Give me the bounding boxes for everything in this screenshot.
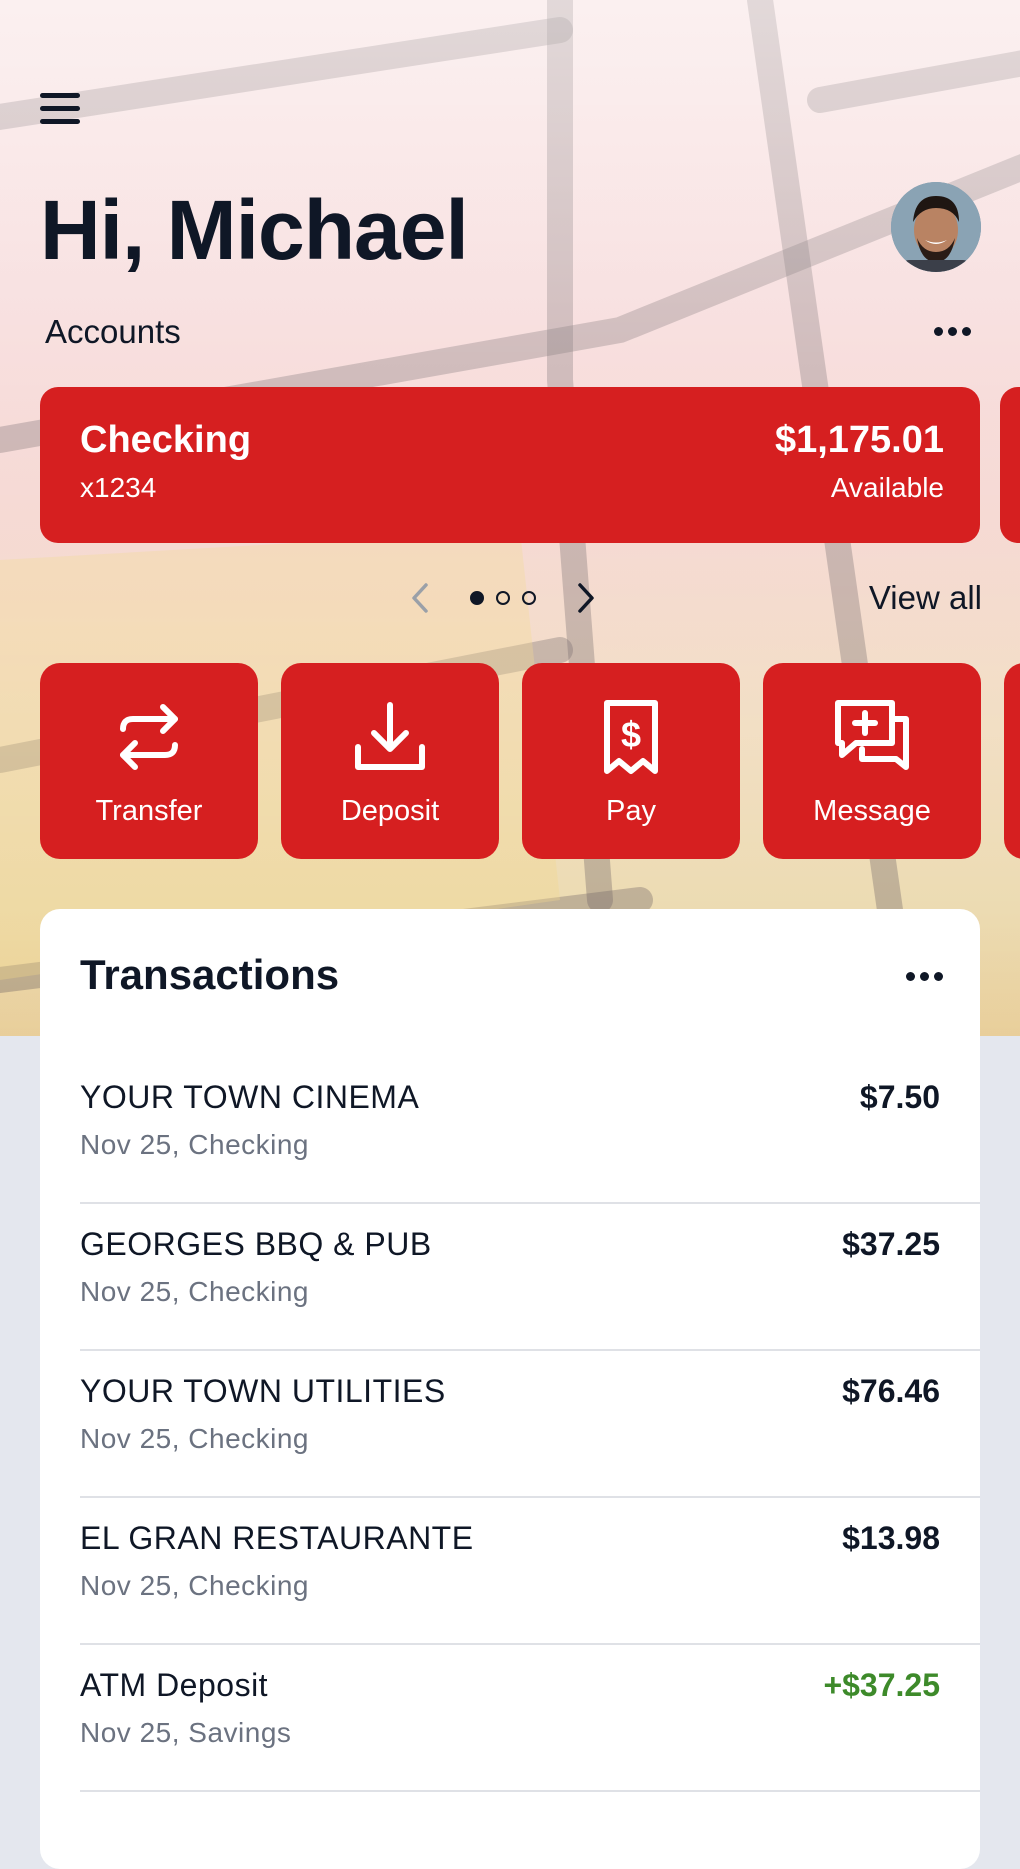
- account-card-checking[interactable]: Checking x1234 $1,175.01 Available: [40, 387, 980, 543]
- transaction-row[interactable]: ATM Deposit Nov 25, Savings +$37.25: [80, 1645, 980, 1792]
- next-account-card[interactable]: [1000, 387, 1020, 543]
- account-balance-label: Available: [830, 472, 944, 503]
- accounts-more-button[interactable]: [934, 327, 971, 336]
- transaction-amount: $13.98: [842, 1520, 940, 1556]
- quick-actions: Transfer Deposit $ Pay Message: [40, 663, 1020, 859]
- transfer-arrows-icon: [120, 704, 178, 770]
- next-account-button[interactable]: [566, 578, 606, 618]
- message-button[interactable]: Message: [763, 663, 981, 859]
- transaction-row[interactable]: GEORGES BBQ & PUB Nov 25, Checking $37.2…: [80, 1204, 980, 1351]
- receipt-dollar-icon: $: [604, 700, 658, 774]
- page-dot-active[interactable]: [470, 591, 484, 605]
- account-balance: $1,175.01: [774, 419, 944, 461]
- transaction-meta: Nov 25, Checking: [80, 1129, 310, 1160]
- more-horizontal-icon: [906, 972, 915, 981]
- transfer-button[interactable]: Transfer: [40, 663, 258, 859]
- more-horizontal-icon: [934, 327, 943, 336]
- page-dot[interactable]: [522, 591, 536, 605]
- transaction-row[interactable]: YOUR TOWN UTILITIES Nov 25, Checking $76…: [80, 1351, 980, 1498]
- transaction-amount: +$37.25: [823, 1667, 940, 1703]
- account-number: x1234: [80, 472, 157, 503]
- avatar[interactable]: [891, 182, 981, 272]
- transaction-meta: Nov 25, Checking: [80, 1570, 310, 1601]
- chat-add-icon: [835, 700, 909, 770]
- account-name: Checking: [80, 419, 252, 461]
- transaction-name: YOUR TOWN CINEMA: [80, 1079, 420, 1115]
- transaction-row[interactable]: YOUR TOWN CINEMA Nov 25, Checking $7.50: [80, 1057, 980, 1204]
- transactions-title: Transactions: [80, 951, 340, 998]
- deposit-button[interactable]: Deposit: [281, 663, 499, 859]
- account-pager: [400, 578, 606, 618]
- accounts-label: Accounts: [45, 313, 181, 350]
- chevron-left-icon: [412, 583, 428, 613]
- transactions-more-button[interactable]: [906, 972, 943, 981]
- transaction-name: EL GRAN RESTAURANTE: [80, 1520, 474, 1556]
- transactions-card: Transactions YOUR TOWN CINEMA Nov 25, Ch…: [40, 909, 980, 1869]
- action-label: Transfer: [95, 795, 203, 827]
- action-label: Deposit: [340, 795, 440, 827]
- menu-button[interactable]: [40, 86, 96, 130]
- action-label: Pay: [606, 795, 656, 827]
- transaction-meta: Nov 25, Savings: [80, 1717, 292, 1748]
- transaction-name: YOUR TOWN UTILITIES: [80, 1373, 446, 1409]
- chevron-right-icon: [578, 583, 594, 613]
- view-all-link[interactable]: View all: [869, 578, 982, 618]
- transaction-name: ATM Deposit: [80, 1667, 269, 1703]
- pay-button[interactable]: $ Pay: [522, 663, 740, 859]
- user-avatar-photo: [891, 182, 981, 272]
- hamburger-menu-icon: [40, 92, 80, 98]
- download-tray-icon: [355, 702, 425, 770]
- transaction-amount: $76.46: [842, 1373, 940, 1409]
- transaction-name: GEORGES BBQ & PUB: [80, 1226, 432, 1262]
- svg-text:$: $: [621, 714, 641, 755]
- action-label: Message: [813, 795, 931, 827]
- greeting-title: Hi, Michael: [40, 183, 469, 277]
- previous-account-button[interactable]: [400, 578, 440, 618]
- transaction-meta: Nov 25, Checking: [80, 1423, 310, 1454]
- transaction-row[interactable]: EL GRAN RESTAURANTE Nov 25, Checking $13…: [80, 1498, 980, 1645]
- transactions-list: YOUR TOWN CINEMA Nov 25, Checking $7.50 …: [80, 1057, 980, 1792]
- more-actions-tile[interactable]: [1004, 663, 1020, 859]
- transaction-amount: $7.50: [859, 1079, 940, 1115]
- page-dot[interactable]: [496, 591, 510, 605]
- transaction-meta: Nov 25, Checking: [80, 1276, 310, 1307]
- page-indicator: [470, 591, 536, 605]
- transaction-amount: $37.25: [842, 1226, 940, 1262]
